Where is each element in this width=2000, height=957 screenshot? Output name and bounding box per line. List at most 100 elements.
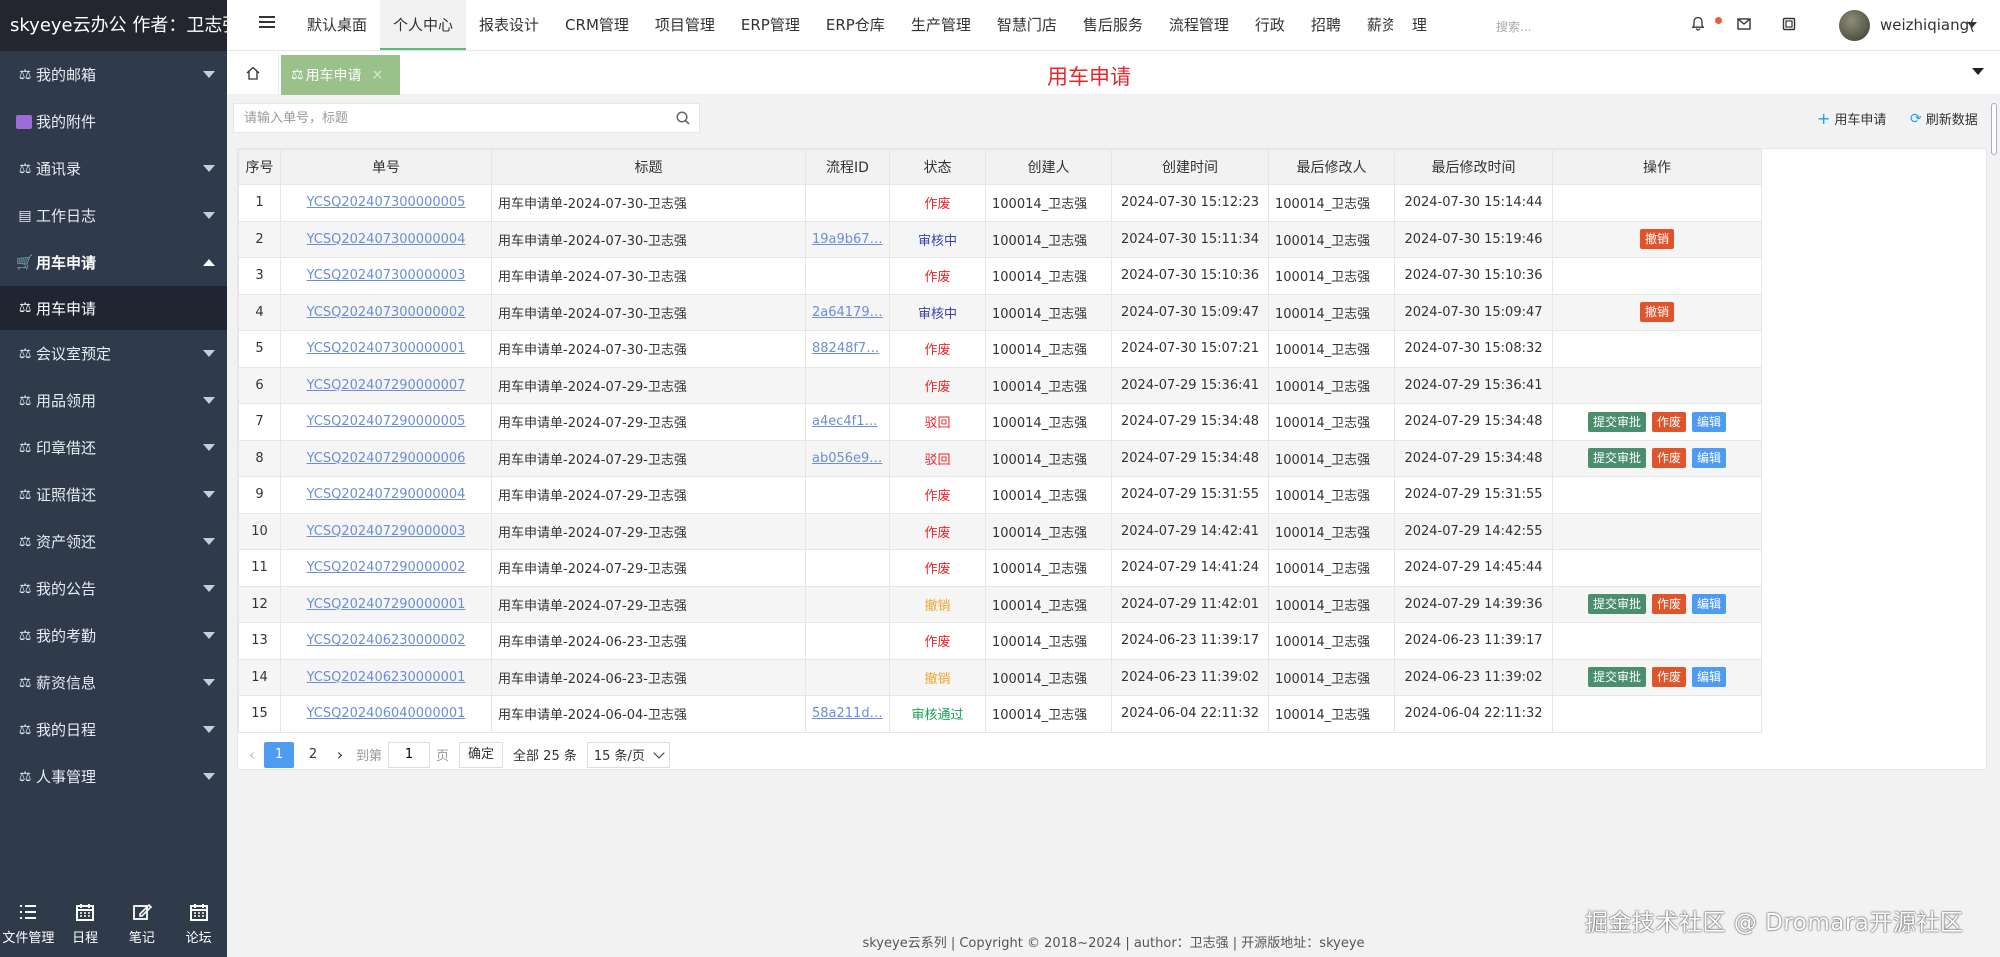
- table-row[interactable]: 3 YCSQ202407300000003 用车申请单-2024-07-30-卫志强…: [238, 257, 1762, 295]
- order-number-link[interactable]: YCSQ202406230000001: [307, 670, 466, 685]
- forum-button[interactable]: 论坛: [171, 903, 227, 946]
- goto-confirm-button[interactable]: 确定: [459, 741, 504, 768]
- sidebar-item[interactable]: ⚖ 我的考勤: [0, 612, 227, 659]
- search-input[interactable]: [234, 104, 654, 132]
- top-nav-item[interactable]: 个人中心: [380, 0, 467, 50]
- scrollbar[interactable]: [1991, 103, 1997, 155]
- table-row[interactable]: 14 YCSQ202406230000001 用车申请单-2024-06-23-卫志…: [238, 658, 1762, 696]
- file-manager-button[interactable]: 文件管理: [0, 903, 56, 946]
- top-nav-item[interactable]: 生产管理: [898, 0, 984, 50]
- table-row[interactable]: 5 YCSQ202407300000001 用车申请单-2024-07-30-卫志强…: [238, 330, 1762, 368]
- sidebar-item[interactable]: ▤ 工作日志: [0, 192, 227, 239]
- sidebar-item[interactable]: ⚖ 印章借还: [0, 424, 227, 471]
- void-button[interactable]: 作废: [1651, 667, 1686, 688]
- process-id-link[interactable]: 88248f7…: [812, 341, 879, 356]
- top-nav-item[interactable]: 售后服务: [1070, 0, 1156, 50]
- top-nav-item[interactable]: 流程管理: [1156, 0, 1242, 50]
- edit-button[interactable]: 编辑: [1692, 594, 1727, 615]
- table-row[interactable]: 11 YCSQ202407290000002 用车申请单-2024-07-29-卫志…: [238, 549, 1762, 587]
- table-row[interactable]: 7 YCSQ202407290000005 用车申请单-2024-07-29-卫志强…: [238, 403, 1762, 441]
- table-row[interactable]: 9 YCSQ202407290000004 用车申请单-2024-07-29-卫志强…: [238, 476, 1762, 514]
- goto-page-input[interactable]: [388, 741, 431, 768]
- fullscreen-icon[interactable]: [1781, 16, 1797, 32]
- message-icon[interactable]: [1736, 16, 1752, 32]
- order-number-link[interactable]: YCSQ202407290000003: [307, 524, 466, 539]
- order-number-link[interactable]: YCSQ202407290000002: [307, 560, 466, 575]
- sidebar-item[interactable]: ⚖ 用品领用: [0, 377, 227, 424]
- table-row[interactable]: 2 YCSQ202407300000004 用车申请单-2024-07-30-卫志强…: [238, 220, 1762, 258]
- top-nav-item[interactable]: 默认桌面: [294, 0, 380, 50]
- table-row[interactable]: 15 YCSQ202406040000001 用车申请单-2024-06-04-卫志…: [238, 695, 1762, 733]
- tab-vehicle-request[interactable]: ⚖ 用车申请 ×: [281, 55, 400, 95]
- revoke-button[interactable]: 撤销: [1639, 229, 1674, 250]
- table-row[interactable]: 4 YCSQ202407300000002 用车申请单-2024-07-30-卫志强…: [238, 293, 1762, 331]
- sidebar-item[interactable]: ⚖ 证照借还: [0, 471, 227, 518]
- order-number-link[interactable]: YCSQ202406040000001: [307, 706, 466, 721]
- top-nav-item[interactable]: 项目管理: [642, 0, 728, 50]
- void-button[interactable]: 作废: [1651, 594, 1686, 615]
- order-number-link[interactable]: YCSQ202407300000002: [307, 305, 466, 320]
- refresh-button[interactable]: ⟳ 刷新数据: [1910, 109, 1978, 129]
- page-size-select[interactable]: 15 条/页: [586, 741, 670, 768]
- next-page-icon[interactable]: ›: [330, 745, 350, 764]
- table-row[interactable]: 10 YCSQ202407290000003 用车申请单-2024-07-29-卫志…: [238, 512, 1762, 550]
- revoke-button[interactable]: 撤销: [1639, 302, 1674, 323]
- top-nav-item[interactable]: ERP管理: [728, 0, 813, 50]
- order-number-link[interactable]: YCSQ202407290000005: [307, 414, 466, 429]
- edit-button[interactable]: 编辑: [1692, 411, 1727, 432]
- table-row[interactable]: 13 YCSQ202406230000002 用车申请单-2024-06-23-卫志…: [238, 622, 1762, 660]
- add-vehicle-request-button[interactable]: + 用车申请: [1817, 109, 1886, 128]
- sidebar-subitem-vehicle-request[interactable]: ⚖ 用车申请: [0, 286, 227, 330]
- search-icon[interactable]: [675, 110, 691, 126]
- order-number-link[interactable]: YCSQ202407290000007: [307, 378, 466, 393]
- page-number[interactable]: 2: [298, 742, 328, 768]
- close-icon[interactable]: ×: [372, 67, 384, 83]
- avatar[interactable]: [1839, 10, 1870, 41]
- table-row[interactable]: 12 YCSQ202407290000001 用车申请单-2024-07-29-卫志…: [238, 585, 1762, 623]
- home-tab[interactable]: [227, 51, 279, 95]
- order-number-link[interactable]: YCSQ202407300000004: [307, 232, 466, 247]
- order-number-link[interactable]: YCSQ202407290000006: [307, 451, 466, 466]
- notes-button[interactable]: 笔记: [114, 903, 170, 946]
- process-id-link[interactable]: a4ec4f1…: [812, 414, 878, 429]
- order-number-link[interactable]: YCSQ202407290000001: [307, 597, 466, 612]
- top-nav-item[interactable]: CRM管理: [552, 0, 642, 50]
- username[interactable]: weizhiqiang(: [1880, 16, 1975, 34]
- order-number-link[interactable]: YCSQ202407300000003: [307, 268, 466, 283]
- process-id-link[interactable]: 2a64179…: [812, 305, 883, 320]
- submit-approval-button[interactable]: 提交审批: [1587, 594, 1646, 615]
- table-row[interactable]: 8 YCSQ202407290000006 用车申请单-2024-07-29-卫志强…: [238, 439, 1762, 477]
- void-button[interactable]: 作废: [1651, 411, 1686, 432]
- sidebar-item[interactable]: 🛒 用车申请: [0, 239, 227, 286]
- menu-toggle-icon[interactable]: [259, 16, 275, 32]
- sidebar-item[interactable]: ⚖ 我的邮箱: [0, 51, 227, 98]
- bell-icon[interactable]: [1690, 16, 1706, 32]
- order-number-link[interactable]: YCSQ202406230000002: [307, 633, 466, 648]
- void-button[interactable]: 作废: [1651, 448, 1686, 469]
- tab-menu-caret-icon[interactable]: [1972, 68, 1984, 75]
- page-number[interactable]: 1: [264, 741, 294, 768]
- submit-approval-button[interactable]: 提交审批: [1587, 667, 1646, 688]
- sidebar-item[interactable]: ⚖ 我的日程: [0, 706, 227, 753]
- table-row[interactable]: 6 YCSQ202407290000007 用车申请单-2024-07-29-卫志强…: [238, 366, 1762, 404]
- top-nav-item[interactable]: ERP仓库: [813, 0, 898, 50]
- submit-approval-button[interactable]: 提交审批: [1587, 448, 1646, 469]
- schedule-button[interactable]: 日程: [57, 903, 113, 946]
- top-nav-item[interactable]: 招聘: [1298, 0, 1354, 50]
- process-id-link[interactable]: ab056e9…: [812, 451, 882, 466]
- sidebar-item[interactable]: ⚖ 人事管理: [0, 753, 227, 800]
- sidebar-item[interactable]: ⚖ 资产领还: [0, 518, 227, 565]
- top-nav-item[interactable]: 行政: [1242, 0, 1298, 50]
- order-number-link[interactable]: YCSQ202407300000001: [307, 341, 466, 356]
- edit-button[interactable]: 编辑: [1692, 448, 1727, 469]
- sidebar-item[interactable]: ⚖ 会议室预定: [0, 330, 227, 377]
- edit-button[interactable]: 编辑: [1692, 667, 1727, 688]
- submit-approval-button[interactable]: 提交审批: [1587, 411, 1646, 432]
- top-nav-item[interactable]: 报表设计: [466, 0, 552, 50]
- global-search-input[interactable]: 搜索...: [1496, 18, 1531, 35]
- process-id-link[interactable]: 19a9b67…: [812, 232, 883, 247]
- table-row[interactable]: 1 YCSQ202407300000005 用车申请单-2024-07-30-卫志强…: [238, 184, 1762, 222]
- order-number-link[interactable]: YCSQ202407290000004: [307, 487, 466, 502]
- sidebar-item[interactable]: ⚖ 我的公告: [0, 565, 227, 612]
- user-menu-caret-icon[interactable]: [1967, 22, 1977, 28]
